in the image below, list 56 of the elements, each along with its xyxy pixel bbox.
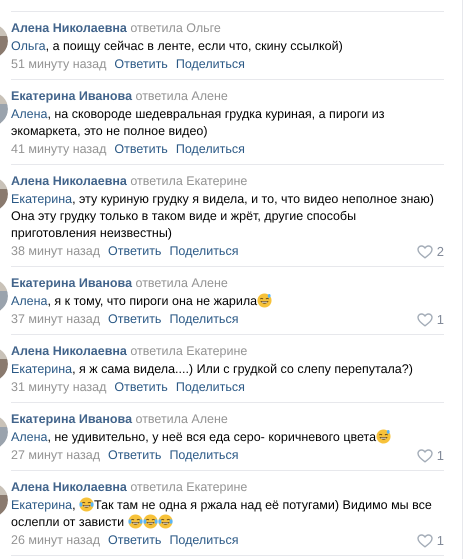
- heart-icon: [416, 312, 433, 326]
- share-link[interactable]: Поделиться: [169, 243, 238, 260]
- share-link[interactable]: Поделиться: [176, 141, 245, 158]
- comment-text: Екатерина, я ж сама видела....) Или с грудкой со слепу перепутала?): [11, 361, 414, 378]
- share-link[interactable]: Поделиться: [176, 379, 245, 396]
- author-name[interactable]: Екатерина Иванова: [11, 276, 132, 290]
- comment-text: Екатерина, Так там не одна я ржала над её потугами) Видимо мы все ослепли от зависти: [11, 497, 433, 531]
- reply-target: ответила Екатерине: [130, 174, 248, 188]
- heart-icon: [416, 534, 433, 548]
- reply-target: ответила Алене: [136, 276, 228, 290]
- comment-time: 31 минуту назад: [11, 379, 106, 396]
- reply-link[interactable]: Ответить: [114, 141, 168, 158]
- reply-target: ответила Алене: [136, 412, 228, 426]
- share-link[interactable]: Поделиться: [176, 56, 245, 73]
- reply-target: ответила Екатерине: [130, 344, 248, 358]
- author-name[interactable]: Алена Николаевна: [11, 21, 127, 35]
- author-name[interactable]: Алена Николаевна: [11, 480, 127, 494]
- reply-target: ответила Ольге: [130, 21, 221, 35]
- comment-time: 26 минут назад: [11, 532, 100, 549]
- like-count: 1: [436, 311, 444, 328]
- share-link[interactable]: Поделиться: [169, 311, 238, 328]
- comment-time: 38 минут назад: [11, 243, 100, 260]
- reply-target: ответила Екатерине: [130, 480, 248, 494]
- author-name[interactable]: Екатерина Иванова: [11, 412, 132, 426]
- reply-link[interactable]: Ответить: [114, 379, 168, 396]
- comment-text: Алена, я к тому, что пироги она не жарила: [11, 293, 444, 310]
- reply-link[interactable]: Ответить: [108, 311, 162, 328]
- comment-time: 41 минуту назад: [11, 141, 106, 158]
- reply-link[interactable]: Ответить: [108, 243, 162, 260]
- comment-text: Ольга, а поищу сейчас в ленте, если что, скину ссылкой): [11, 38, 344, 55]
- comment-time: 37 минут назад: [11, 311, 100, 328]
- reply-link[interactable]: Ответить: [114, 56, 168, 73]
- heart-icon: [416, 448, 433, 462]
- reply-link[interactable]: Ответить: [108, 532, 162, 549]
- like-count: 2: [436, 243, 444, 260]
- comment-time: 51 минуту назад: [11, 56, 106, 73]
- reply-link[interactable]: Ответить: [108, 447, 162, 464]
- laughing-tears-emoji-icon: [142, 514, 158, 529]
- comment-text: Екатерина, эту куриную грудку я видела, и то, что видео неполное знаю) Она эту грудку только в таком виде и жрёт, другие способы приготовления неизвестны): [11, 191, 435, 242]
- comment-time: 27 минут назад: [11, 447, 100, 464]
- comment-text: Алена, на сковороде шедевральная грудка куриная, а пироги из экомаркета, это не полное видео): [11, 106, 386, 140]
- author-name[interactable]: Екатерина Иванова: [11, 89, 132, 103]
- like-count: 1: [436, 447, 444, 464]
- sweat-smile-emoji-icon: [257, 293, 272, 308]
- author-name[interactable]: Алена Николаевна: [11, 344, 127, 358]
- comment-text: Алена, не удивительно, у неё вся еда серо- коричневого цвета: [11, 429, 444, 446]
- like-count: 1: [436, 532, 444, 549]
- reply-target: ответила Алене: [136, 89, 228, 103]
- share-link[interactable]: Поделиться: [169, 447, 238, 464]
- laughing-tears-emoji-icon: [128, 514, 143, 529]
- sweat-smile-emoji-icon: [376, 429, 392, 444]
- share-link[interactable]: Поделиться: [169, 532, 238, 549]
- laughing-tears-emoji-icon: [79, 497, 94, 512]
- heart-icon: [416, 244, 433, 258]
- author-name[interactable]: Алена Николаевна: [11, 174, 127, 188]
- laughing-tears-emoji-icon: [158, 514, 173, 529]
